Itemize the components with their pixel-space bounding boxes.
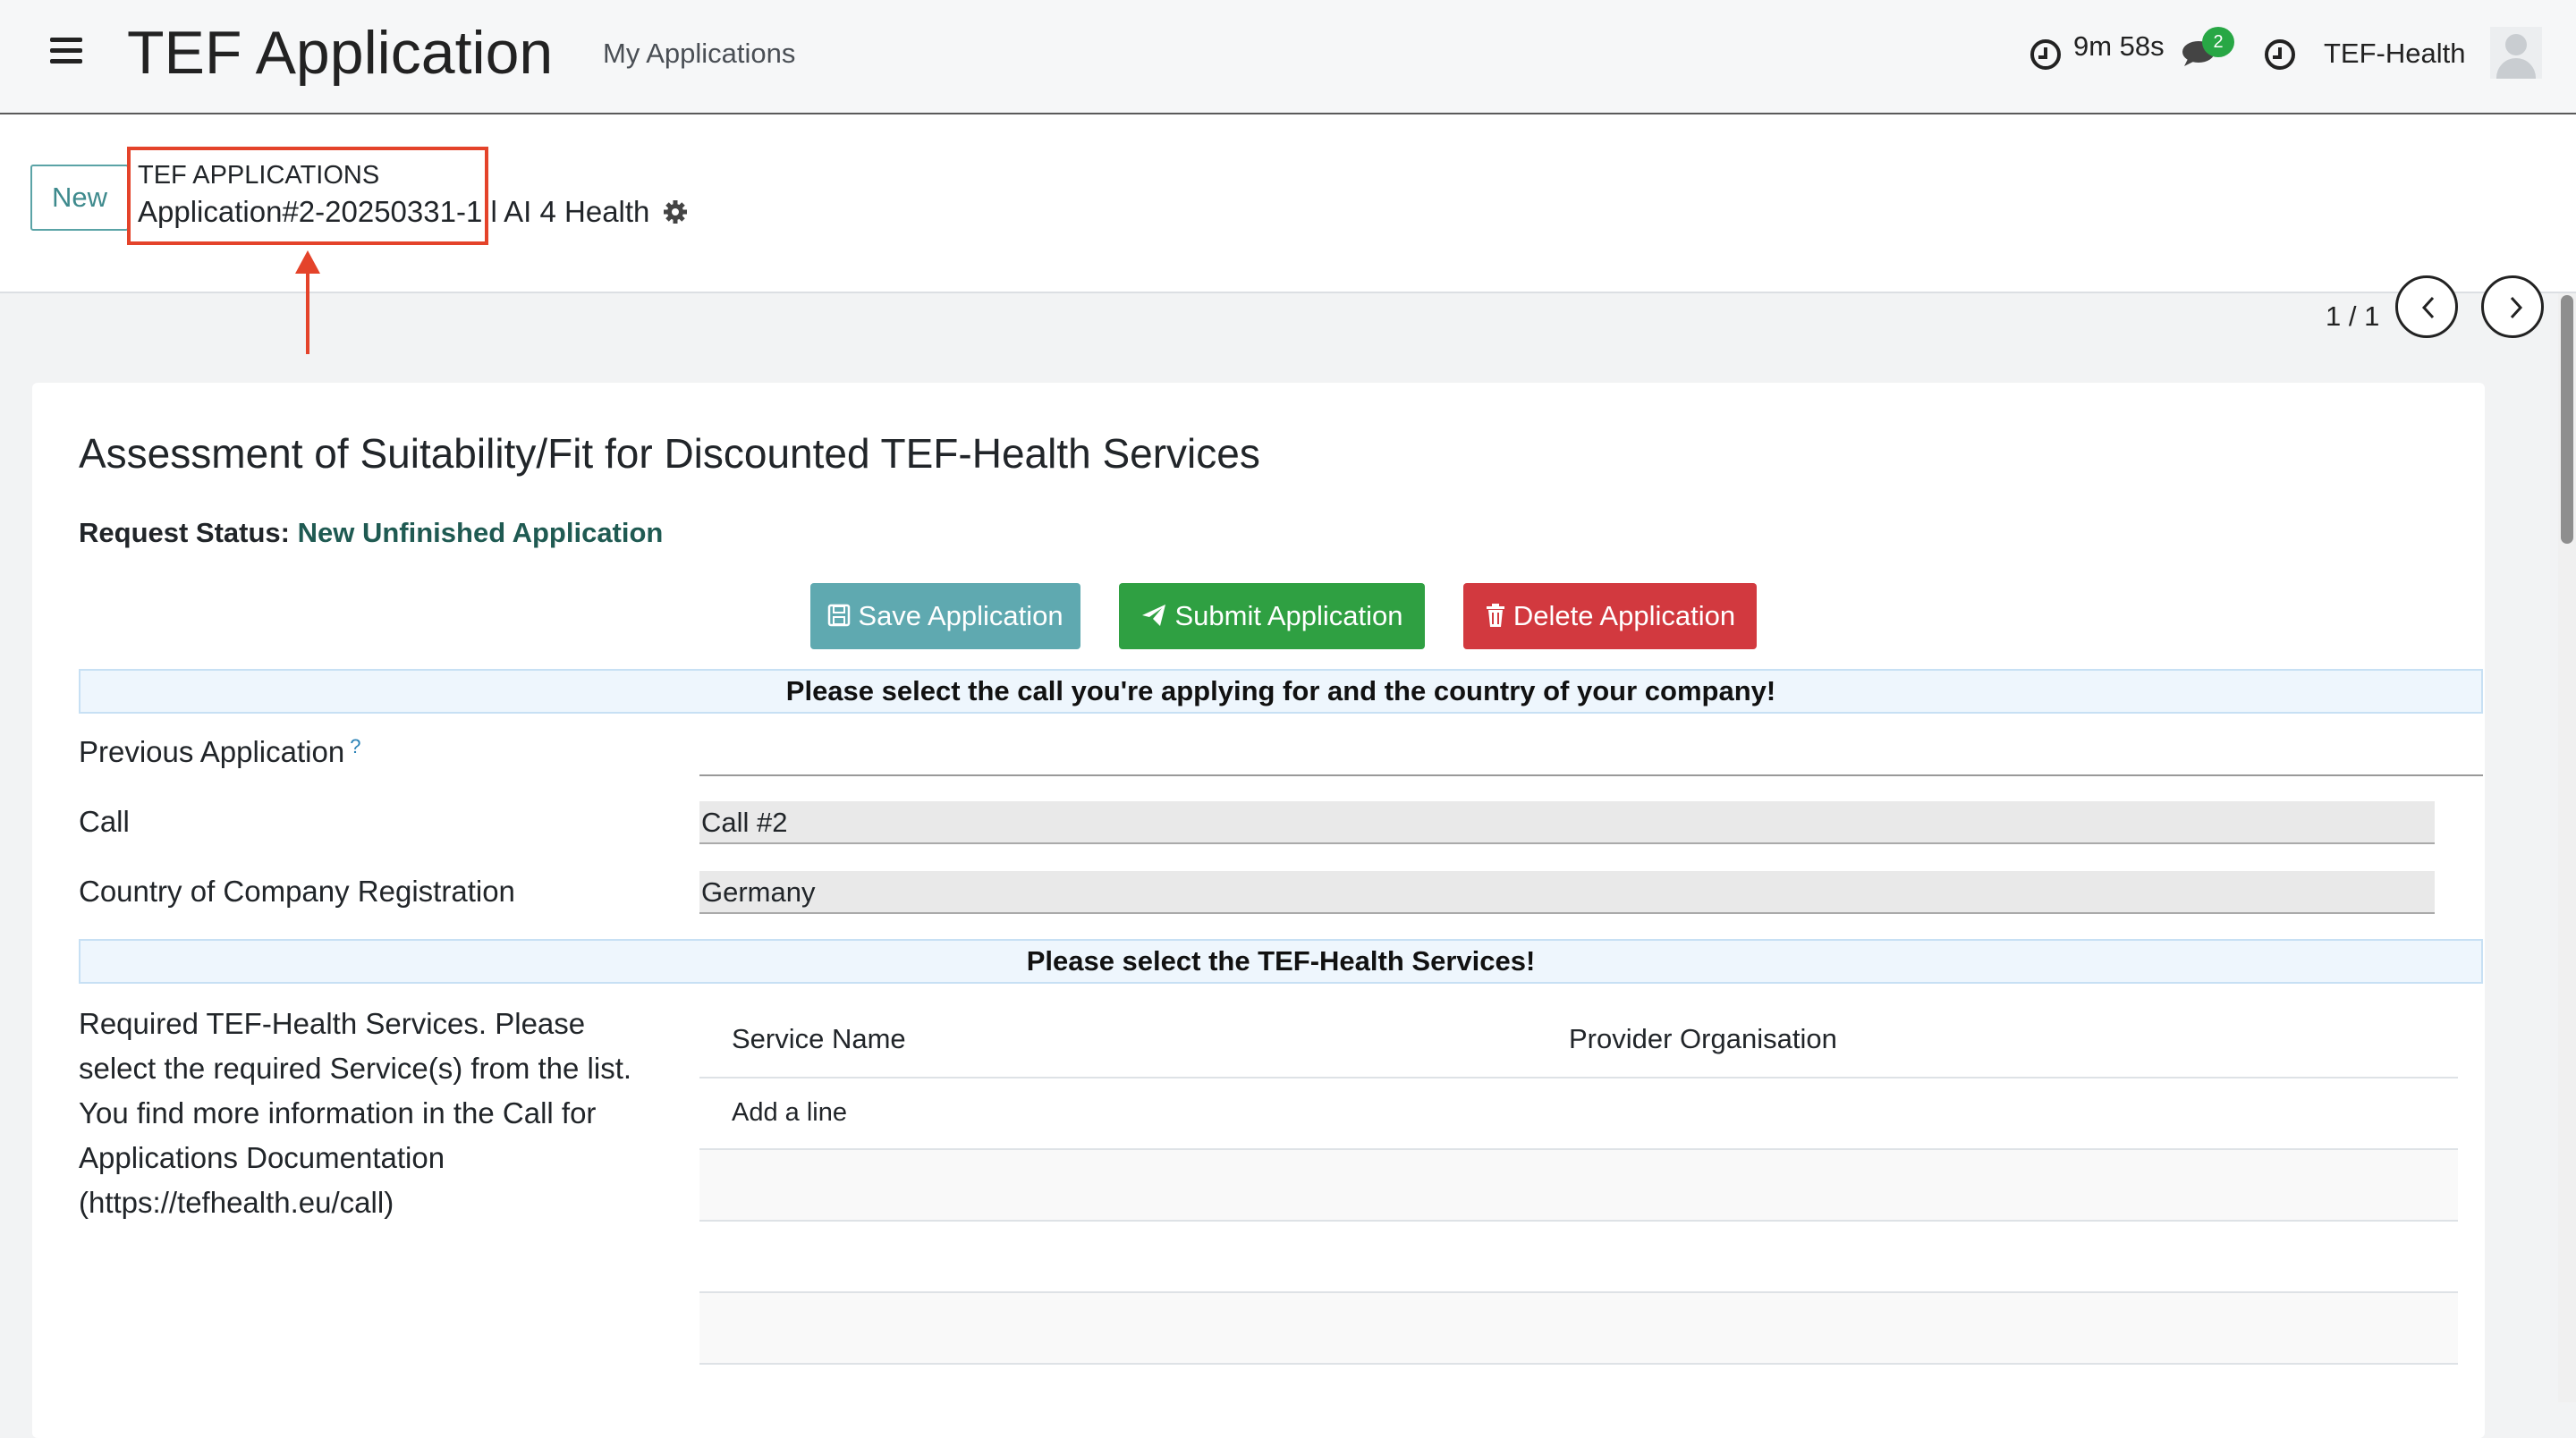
scrollbar-thumb[interactable] (2561, 295, 2573, 544)
annotation-arrow-line (306, 268, 309, 354)
gear-icon[interactable] (662, 199, 689, 225)
call-section-banner: Please select the call you're applying f… (79, 669, 2483, 714)
country-field[interactable]: Germany (699, 871, 2435, 914)
paper-plane-icon (1142, 604, 1166, 626)
column-service-name[interactable]: Service Name (732, 1023, 906, 1055)
annotation-highlight-box (127, 147, 488, 245)
status-label: Request Status: (79, 517, 290, 548)
top-navbar: TEF Application My Applications 9m 58s 2… (0, 0, 2576, 114)
form-title: Assessment of Suitability/Fit for Discou… (79, 430, 1260, 477)
call-label: Call (79, 805, 130, 838)
previous-application-label-text: Previous Application (79, 735, 345, 768)
chevron-left-icon (2421, 296, 2435, 319)
pager-counter: 1 / 1 (2326, 300, 2380, 332)
save-label: Save Application (858, 600, 1063, 631)
help-tooltip-icon[interactable]: ? (350, 735, 360, 757)
services-table-header: Service Name Provider Organisation (699, 1011, 2458, 1078)
chat-badge: 2 (2202, 27, 2234, 57)
call-field[interactable]: Call #2 (699, 801, 2435, 844)
previous-application-label: Previous Application? (79, 735, 360, 769)
services-description: Required TEF-Health Services. Please sel… (79, 1007, 632, 1219)
new-button[interactable]: New (30, 165, 129, 231)
session-timer: 9m 58s (2073, 30, 2165, 62)
chevron-right-icon (2510, 296, 2523, 319)
submit-label: Submit Application (1174, 600, 1403, 631)
table-row-add-line: Add a line (699, 1078, 2458, 1150)
my-applications-link[interactable]: My Applications (603, 38, 795, 70)
menu-icon[interactable] (50, 38, 82, 63)
add-line-link[interactable]: Add a line (732, 1098, 847, 1128)
activity-clock-icon[interactable] (2265, 39, 2295, 70)
table-row (699, 1293, 2458, 1365)
clock-icon (2030, 39, 2061, 70)
submit-application-button[interactable]: Submit Application (1119, 583, 1425, 649)
previous-application-field[interactable] (699, 733, 2483, 776)
pager-previous-button[interactable] (2395, 275, 2458, 338)
services-section-banner: Please select the TEF-Health Services! (79, 939, 2483, 984)
column-provider-organisation[interactable]: Provider Organisation (1569, 1023, 1837, 1055)
request-status: Request Status: New Unfinished Applicati… (79, 517, 663, 549)
delete-label: Delete Application (1513, 600, 1736, 631)
app-title: TEF Application (127, 19, 554, 87)
pager-next-button[interactable] (2481, 275, 2544, 338)
table-row (699, 1150, 2458, 1222)
company-switcher[interactable]: TEF-Health (2324, 38, 2465, 70)
delete-application-button[interactable]: Delete Application (1463, 583, 1757, 649)
trash-icon (1486, 603, 1504, 627)
save-application-button[interactable]: Save Application (810, 583, 1080, 649)
country-label: Country of Company Registration (79, 875, 515, 908)
status-value: New Unfinished Application (297, 517, 664, 548)
table-row (699, 1222, 2458, 1293)
user-avatar-icon[interactable] (2490, 27, 2542, 79)
save-icon (828, 604, 851, 627)
